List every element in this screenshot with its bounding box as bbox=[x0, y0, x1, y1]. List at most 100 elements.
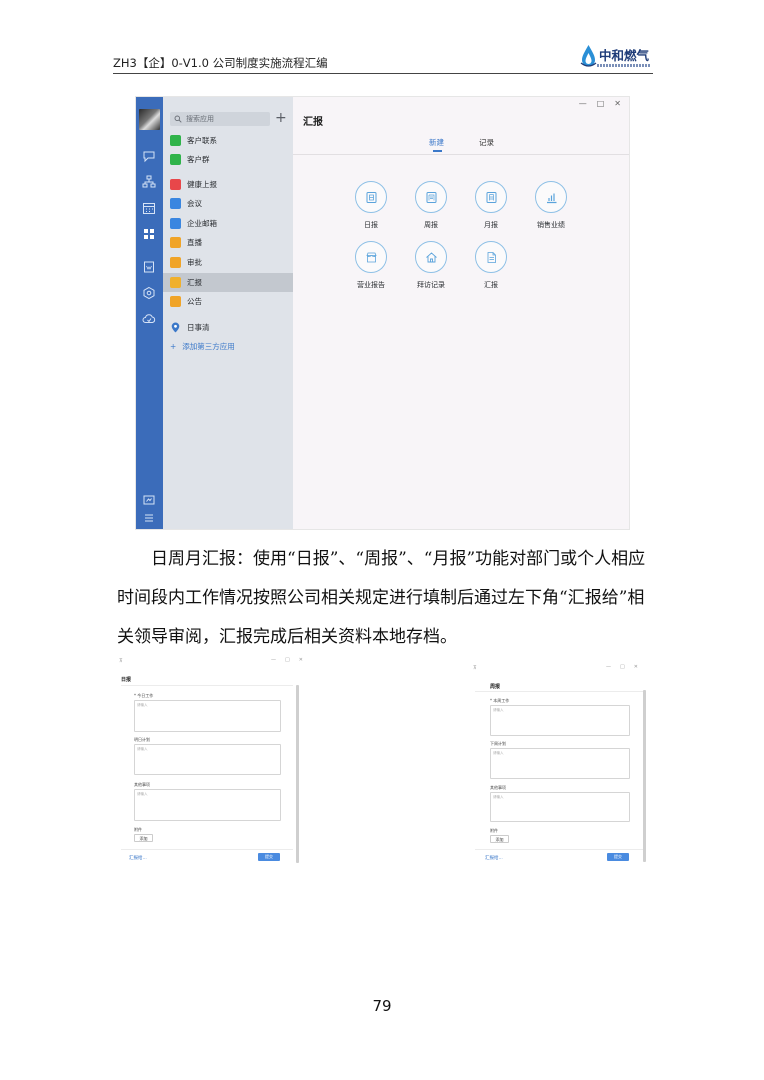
pin-icon: ⊼ bbox=[473, 665, 477, 671]
sidebar-item-meeting[interactable]: 会议 bbox=[163, 194, 293, 213]
menu-icon[interactable] bbox=[142, 511, 156, 525]
submit-button[interactable]: 提交 bbox=[258, 853, 280, 861]
tab-new[interactable]: 新建 bbox=[429, 137, 444, 148]
form-title: 日报 bbox=[121, 677, 132, 683]
day-icon bbox=[366, 191, 376, 203]
home-icon bbox=[425, 251, 437, 262]
left-rail bbox=[136, 97, 163, 529]
attachment-label: 附件 bbox=[490, 828, 498, 833]
approval-icon bbox=[170, 257, 181, 268]
document-title: ZH3【企】0-V1.0 公司制度实施流程汇编 bbox=[113, 56, 328, 70]
tile-general-report[interactable]: 汇报 bbox=[461, 241, 521, 290]
window-controls: — □ ✕ bbox=[579, 99, 621, 108]
minimize-icon[interactable]: — bbox=[579, 99, 587, 108]
report-app-screenshot: 搜索应用 + 客户联系 客户群 健康上报 会议 企业邮箱 直播 审批 汇报 公告… bbox=[135, 96, 630, 530]
attachment-label: 附件 bbox=[134, 827, 142, 832]
sidebar-item-report[interactable]: 汇报 bbox=[163, 273, 293, 292]
close-icon[interactable]: ✕ bbox=[614, 99, 621, 108]
sidebar-item-mailbox[interactable]: 企业邮箱 bbox=[163, 214, 293, 233]
report-to-link[interactable]: 汇报给... bbox=[129, 855, 147, 861]
other-items-input[interactable]: 请输入 bbox=[490, 792, 630, 822]
meeting-icon bbox=[170, 198, 181, 209]
footer-divider bbox=[475, 849, 643, 850]
this-week-work-input[interactable]: 请输入 bbox=[490, 705, 630, 736]
sidebar-item-customer-contact[interactable]: 客户联系 bbox=[163, 131, 293, 150]
location-pin-icon bbox=[171, 322, 180, 333]
org-chart-icon[interactable] bbox=[142, 175, 156, 189]
search-input[interactable]: 搜索应用 bbox=[170, 112, 270, 126]
active-tab-indicator bbox=[433, 150, 442, 152]
report-icon bbox=[170, 277, 181, 288]
maximize-icon[interactable]: □ bbox=[597, 99, 605, 108]
cloud-icon[interactable] bbox=[142, 312, 156, 326]
logo-text: 中和燃气 bbox=[598, 47, 649, 63]
week-icon bbox=[426, 191, 436, 203]
tab-records[interactable]: 记录 bbox=[479, 137, 494, 148]
next-week-plan-label: 下周计划 bbox=[490, 741, 506, 746]
report-to-link[interactable]: 汇报给... bbox=[485, 855, 503, 861]
cube-icon[interactable] bbox=[142, 286, 156, 300]
avatar[interactable] bbox=[139, 109, 160, 130]
tile-monthly-report[interactable]: 月报 bbox=[461, 181, 521, 230]
scrollbar[interactable] bbox=[296, 685, 299, 863]
today-work-label: * 今日工作 bbox=[134, 693, 154, 698]
report-file-icon bbox=[487, 251, 496, 263]
form-divider bbox=[475, 691, 643, 692]
chat-icon[interactable] bbox=[142, 149, 156, 163]
workbench-icon[interactable] bbox=[142, 227, 156, 241]
tomorrow-plan-input[interactable]: 请输入 bbox=[134, 744, 281, 775]
tile-weekly-report[interactable]: 周报 bbox=[401, 181, 461, 230]
add-third-party-app-link[interactable]: + 添加第三方应用 bbox=[170, 341, 235, 352]
daily-report-form-screenshot: ⊼ — □ ✕ 日报 * 今日工作 请输入 明日计划 请输入 其他事项 请输入 附件… bbox=[118, 655, 303, 863]
calendar-icon[interactable] bbox=[142, 201, 156, 215]
app-sidebar: 搜索应用 + 客户联系 客户群 健康上报 会议 企业邮箱 直播 审批 汇报 公告… bbox=[163, 97, 293, 529]
sidebar-item-approval[interactable]: 审批 bbox=[163, 253, 293, 272]
announcement-icon bbox=[170, 296, 181, 307]
customer-contact-icon bbox=[170, 135, 181, 146]
page-title: 汇报 bbox=[303, 117, 323, 128]
sidebar-item-schedule[interactable]: 日事清 bbox=[170, 322, 210, 333]
add-attachment-button[interactable]: 添加 bbox=[490, 835, 509, 843]
submit-button[interactable]: 提交 bbox=[607, 853, 629, 861]
pin-icon: ⊼ bbox=[119, 658, 123, 664]
add-app-button[interactable]: + bbox=[275, 110, 287, 126]
mail-icon bbox=[170, 218, 181, 229]
feedback-icon[interactable] bbox=[142, 493, 156, 507]
other-items-label: 其他事项 bbox=[134, 782, 150, 787]
tile-daily-report[interactable]: 日报 bbox=[341, 181, 401, 230]
chart-icon bbox=[546, 193, 556, 203]
tile-sales-performance[interactable]: 销售业绩 bbox=[521, 181, 581, 230]
window-controls: — □ ✕ bbox=[271, 657, 303, 663]
footer-divider bbox=[121, 849, 293, 850]
report-main-panel: — □ ✕ 汇报 新建 记录 日报 周报 月报 销售业绩 营业报告 拜访记录 汇… bbox=[293, 97, 629, 529]
document-header: ZH3【企】0-V1.0 公司制度实施流程汇编 中和燃气 bbox=[113, 42, 653, 74]
other-items-label: 其他事项 bbox=[490, 785, 506, 790]
weekly-report-form-screenshot: ⊼ — □ ✕ 周报 * 本周工作 请输入 下周计划 请输入 其他事项 请输入 附件… bbox=[472, 662, 648, 862]
other-items-input[interactable]: 请输入 bbox=[134, 789, 281, 821]
add-attachment-button[interactable]: 添加 bbox=[134, 834, 153, 842]
today-work-input[interactable]: 请输入 bbox=[134, 700, 281, 732]
tomorrow-plan-label: 明日计划 bbox=[134, 737, 150, 742]
search-icon bbox=[174, 115, 182, 123]
next-week-plan-input[interactable]: 请输入 bbox=[490, 748, 630, 779]
sidebar-item-customer-group[interactable]: 客户群 bbox=[163, 150, 293, 169]
plus-icon: + bbox=[170, 342, 177, 351]
scrollbar[interactable] bbox=[643, 690, 646, 862]
tab-bar: 新建 记录 bbox=[293, 131, 629, 155]
form-divider bbox=[121, 685, 293, 686]
tile-business-report[interactable]: 营业报告 bbox=[341, 241, 401, 290]
form-title: 周报 bbox=[490, 684, 501, 690]
logo-subtitle bbox=[597, 64, 651, 67]
body-paragraph: 日周月汇报：使用“日报”、“周报”、“月报”功能对部门或个人相应时间段内工作情况… bbox=[117, 549, 646, 647]
sidebar-item-health-report[interactable]: 健康上报 bbox=[163, 175, 293, 194]
page-number: 79 bbox=[372, 997, 392, 1015]
flame-drop-icon bbox=[580, 45, 597, 67]
window-controls: — □ ✕ bbox=[606, 664, 638, 670]
document-icon[interactable] bbox=[142, 260, 156, 274]
this-week-work-label: * 本周工作 bbox=[490, 698, 510, 703]
tile-visit-record[interactable]: 拜访记录 bbox=[401, 241, 461, 290]
store-icon bbox=[365, 252, 377, 262]
sidebar-item-announcement[interactable]: 公告 bbox=[163, 292, 293, 311]
health-report-icon bbox=[170, 179, 181, 190]
sidebar-item-live[interactable]: 直播 bbox=[163, 233, 293, 252]
